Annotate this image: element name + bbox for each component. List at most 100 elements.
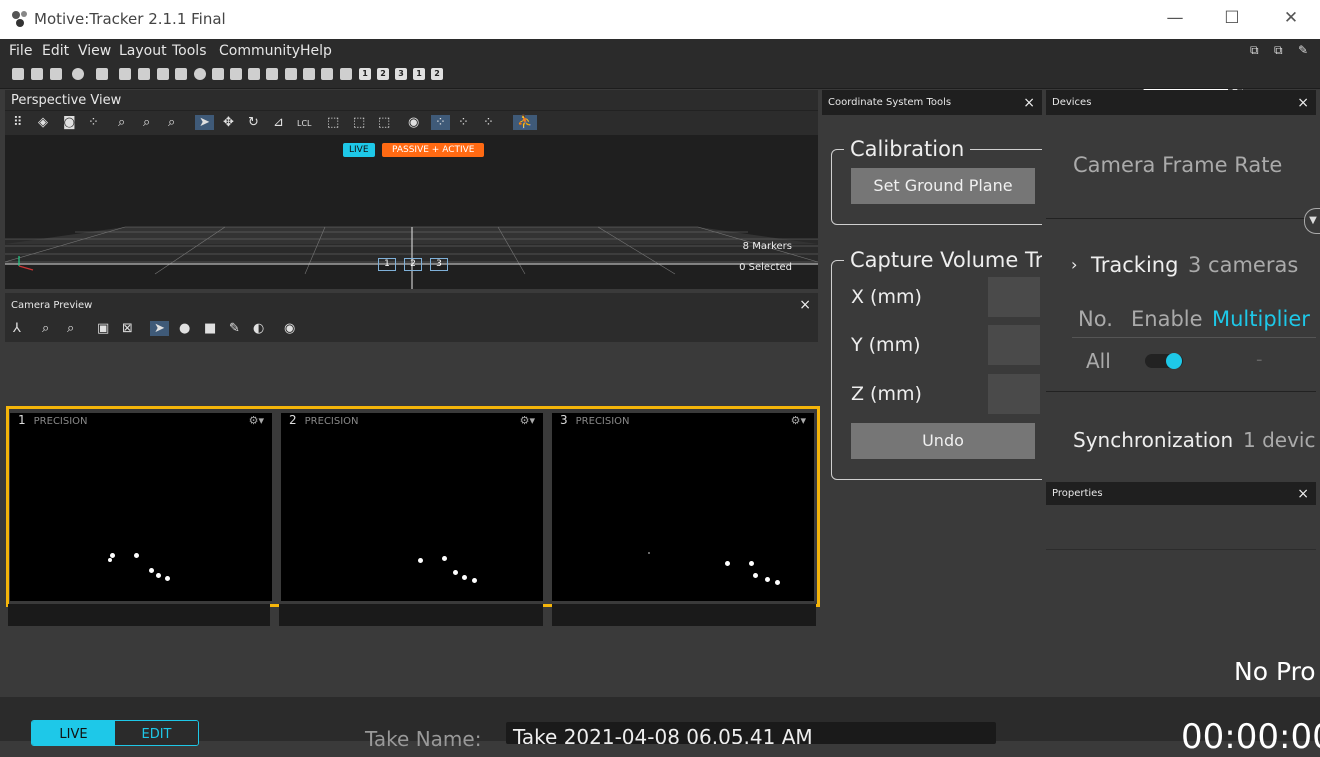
rotate-tool-icon[interactable]: ↻ [248, 115, 259, 130]
circle-mask-icon[interactable]: ● [179, 321, 190, 336]
column-no[interactable]: No. [1078, 307, 1113, 331]
row-all-label: All [1086, 349, 1111, 373]
square-mask-icon[interactable]: ■ [204, 321, 216, 336]
edit-mode-button[interactable]: EDIT [115, 721, 198, 745]
viewport-1-icon[interactable]: 1 [359, 68, 371, 80]
save-all-icon[interactable] [50, 68, 62, 80]
maximize-button[interactable]: ☐ [1217, 8, 1247, 28]
save-icon[interactable] [31, 68, 43, 80]
zoom-region-icon[interactable]: ⌕ [143, 115, 150, 130]
edit-layout-icon[interactable]: ✎ [1298, 43, 1308, 57]
x-offset-input[interactable] [988, 277, 1040, 317]
menu-community[interactable]: Community [219, 43, 300, 59]
select-rigid-icon[interactable]: ⬚ [378, 115, 390, 130]
properties-title: Properties [1052, 488, 1103, 499]
perspective-view-panel: Perspective View ⠿ ◈ ◙ ⁘ ⌕ ⌕ ⌕ ➤ ✥ ↻ ⊿ L… [5, 90, 818, 289]
rigid-body-icon[interactable] [230, 68, 242, 80]
toggle-icon[interactable]: ◐ [253, 321, 264, 336]
set-ground-plane-button[interactable]: Set Ground Plane [851, 168, 1035, 204]
enable-all-toggle[interactable] [1145, 353, 1183, 369]
new-project-icon[interactable] [12, 68, 24, 80]
synchronization-label[interactable]: Synchronization [1073, 428, 1233, 452]
camera-marker-3[interactable]: 3 [430, 258, 448, 271]
list-icon[interactable] [175, 68, 187, 80]
select-camera-icon[interactable]: ⬚ [327, 115, 339, 130]
panel-icon[interactable] [96, 68, 108, 80]
cube-icon[interactable]: ◈ [38, 115, 48, 130]
skeleton-icon[interactable] [212, 68, 224, 80]
viewport-5-icon[interactable]: 2 [431, 68, 443, 80]
column-multiplier[interactable]: Multiplier [1212, 307, 1310, 331]
select-marker-icon[interactable]: ⬚ [353, 115, 365, 130]
zoom-icon[interactable]: ⌕ [118, 115, 125, 130]
show-cameras-icon[interactable]: ⁘ [483, 115, 494, 130]
tools-icon[interactable] [248, 68, 260, 80]
menu-file[interactable]: File [9, 43, 32, 59]
zoom-fit-icon[interactable]: ⌕ [168, 115, 175, 130]
select-tool-icon[interactable]: ➤ [195, 115, 214, 130]
devices-close[interactable]: × [1297, 95, 1309, 111]
axis-icon[interactable]: ⅄ [13, 321, 21, 336]
menu-edit[interactable]: Edit [42, 43, 69, 59]
menu-tools[interactable]: Tools [172, 43, 207, 59]
info-icon[interactable] [194, 68, 206, 80]
viewport-3-icon[interactable]: 3 [395, 68, 407, 80]
settings-gear-icon[interactable] [72, 68, 84, 80]
minimize-button[interactable]: — [1160, 8, 1190, 28]
z-offset-input[interactable] [988, 374, 1040, 414]
camera-marker-2[interactable]: 2 [404, 258, 422, 271]
menu-layout[interactable]: Layout [119, 43, 167, 59]
menu-help[interactable]: Help [300, 43, 332, 59]
assets-icon[interactable] [157, 68, 169, 80]
pen-icon[interactable]: ✎ [229, 321, 240, 336]
tracking-count: 3 cameras [1188, 253, 1299, 277]
window-layout-icon[interactable]: ⧉ [1250, 43, 1259, 58]
viewport-4-icon[interactable]: 1 [413, 68, 425, 80]
graph-edit-icon[interactable] [303, 68, 315, 80]
graph-icon[interactable] [285, 68, 297, 80]
scale-tool-icon[interactable]: ⊿ [273, 115, 284, 130]
take-name-value: Take 2021-04-08 06.05.41 AM [513, 725, 813, 744]
window-settings-icon[interactable]: ⧉ [1274, 43, 1283, 58]
multiplier-value: - [1256, 349, 1263, 370]
skeleton-view-icon[interactable]: ⛹ [513, 115, 538, 130]
viewport-2-icon[interactable]: 2 [377, 68, 389, 80]
undo-button[interactable]: Undo [851, 423, 1035, 459]
camera-strip [552, 604, 816, 626]
show-rays-icon[interactable]: ⁘ [458, 115, 469, 130]
snapshot-icon[interactable]: ◙ [63, 115, 76, 130]
mask-icon[interactable]: ⊠ [122, 321, 133, 336]
selected-count: 0 Selected [739, 262, 792, 273]
coordinate-tools-close[interactable]: × [1023, 95, 1035, 111]
database-icon[interactable] [138, 68, 150, 80]
menu-view[interactable]: View [78, 43, 111, 59]
camera-icon[interactable] [119, 68, 131, 80]
zoom-in-icon[interactable]: ⌕ [42, 321, 49, 336]
window-title: Motive:Tracker 2.1.1 Final [34, 10, 226, 28]
zoom-fit-icon[interactable]: ⌕ [67, 321, 74, 336]
camera-frame-icon[interactable]: ▣ [97, 321, 109, 336]
move-tool-icon[interactable]: ✥ [223, 115, 234, 130]
camera-marker-1[interactable]: 1 [378, 258, 396, 271]
local-space-icon[interactable]: LCL [297, 119, 312, 128]
expand-panel-icon[interactable]: ▼ [1304, 208, 1320, 234]
bottom-control-bar: LIVE EDIT Take Name: Take 2021-04-08 06.… [0, 697, 1320, 757]
broadcast-icon[interactable] [321, 68, 333, 80]
y-offset-input[interactable] [988, 325, 1040, 365]
markers-icon[interactable]: ⁘ [88, 115, 99, 130]
live-mode-button[interactable]: LIVE [32, 721, 115, 745]
grid-icon[interactable]: ⠿ [13, 115, 23, 130]
column-enable[interactable]: Enable [1131, 307, 1203, 331]
properties-close[interactable]: × [1297, 486, 1309, 502]
properties-header: Properties × [1046, 482, 1316, 505]
visibility-eye-icon[interactable]: ◉ [284, 321, 295, 336]
tracking-label[interactable]: Tracking [1091, 253, 1178, 277]
tag-icon[interactable] [266, 68, 278, 80]
show-markers-icon[interactable]: ⁘ [431, 115, 450, 130]
camera-preview-close[interactable]: × [799, 297, 811, 313]
select-tool-icon[interactable]: ➤ [150, 321, 169, 336]
chevron-right-icon[interactable]: › [1071, 255, 1077, 274]
calibration-icon[interactable] [340, 68, 352, 80]
visibility-eye-icon[interactable]: ◉ [408, 115, 419, 130]
close-button[interactable]: ✕ [1276, 8, 1306, 28]
